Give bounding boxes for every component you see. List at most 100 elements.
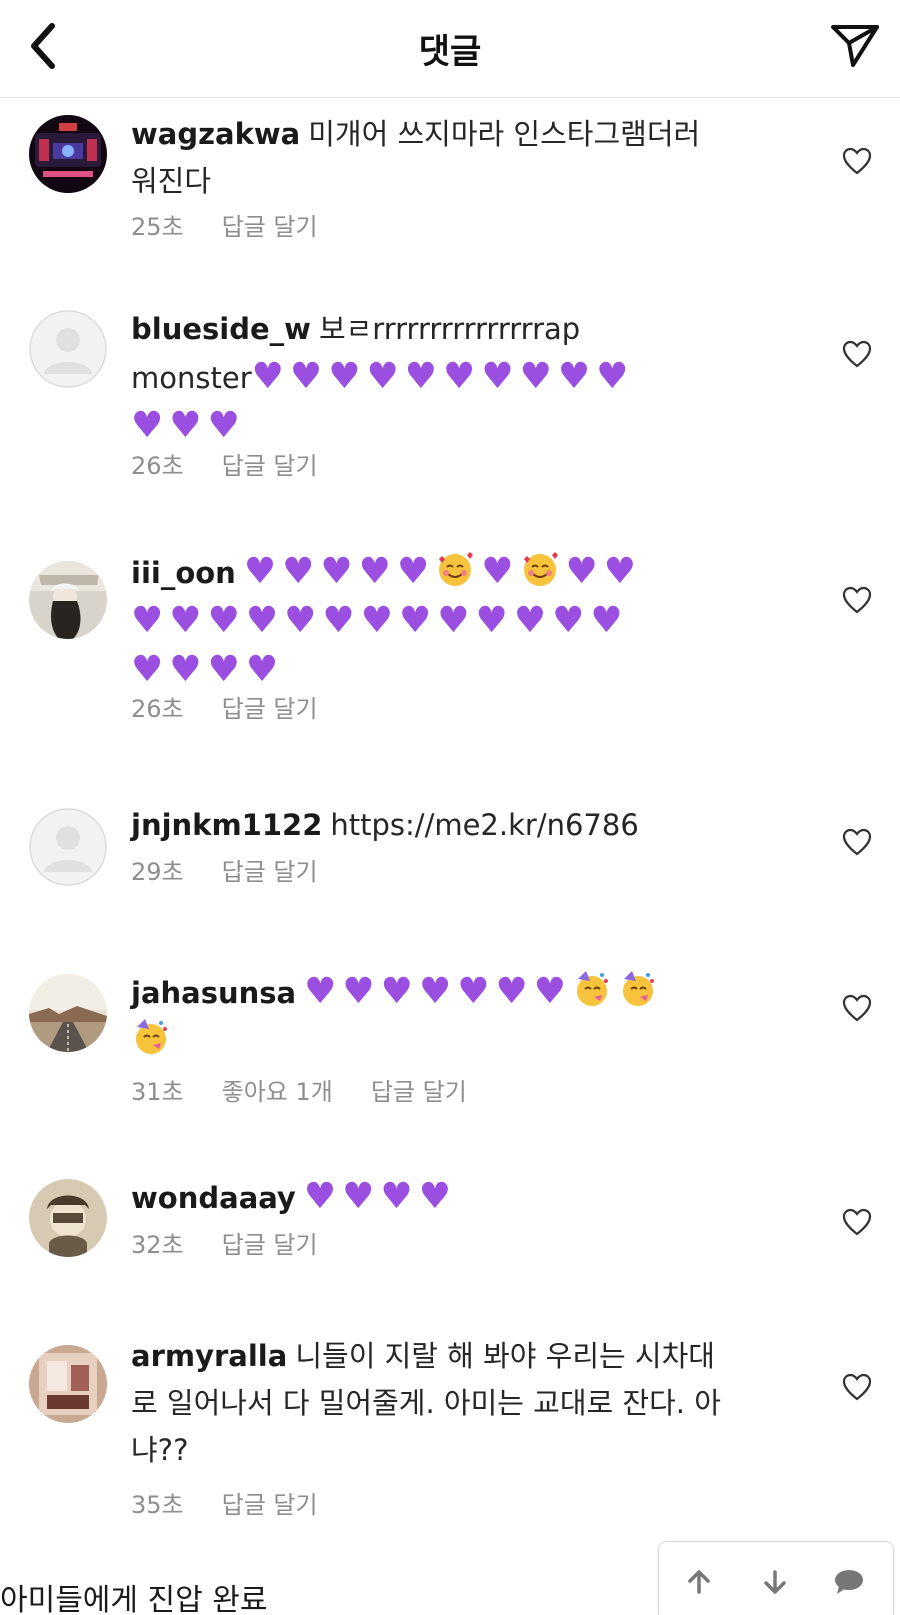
comment-body: jahasunsa ♥ ♥ ♥ ♥ ♥ ♥ ♥ bbox=[131, 968, 791, 1065]
comment-text: 로 일어나서 다 밀어줄게. 아미는 교대로 잔다. 아 bbox=[131, 1386, 721, 1420]
purple-heart-icon: ♥ bbox=[169, 649, 202, 690]
purple-heart-icon: ♥ bbox=[322, 600, 355, 641]
purple-heart-icon: ♥ bbox=[557, 356, 591, 397]
comment-username[interactable]: wondaaay bbox=[131, 1181, 296, 1215]
purple-heart-icon: ♥ bbox=[495, 971, 528, 1012]
purple-heart-icon: ♥ bbox=[457, 971, 490, 1012]
comment-meta: 26초 답글 달기 bbox=[131, 446, 356, 481]
comments-button[interactable] bbox=[831, 1564, 867, 1600]
heart-outline-icon bbox=[842, 994, 872, 1022]
purple-heart-icon: ♥ bbox=[207, 600, 240, 641]
comment-meta: 31초 좋아요 1개 답글 달기 bbox=[131, 1072, 505, 1107]
comment-body: wagzakwa 미개어 쓰지마라 인스타그램더러 워진다 bbox=[131, 111, 791, 205]
purple-heart-icon: ♥ bbox=[418, 1176, 451, 1217]
purple-heart-icon: ♥ bbox=[519, 356, 552, 397]
purple-heart-icon: ♥ bbox=[342, 1176, 375, 1217]
comment-username[interactable]: armyralla bbox=[131, 1339, 287, 1373]
smiling-face-with-hearts-icon bbox=[439, 552, 474, 586]
purple-heart-icon: ♥ bbox=[289, 356, 323, 397]
avatar[interactable] bbox=[29, 115, 107, 193]
comment-link[interactable]: https://me2.kr/n6786 bbox=[330, 808, 638, 842]
comment-time: 25초 bbox=[131, 213, 184, 241]
heart-outline-icon bbox=[842, 828, 872, 856]
scroll-down-button[interactable] bbox=[757, 1564, 793, 1600]
like-button[interactable] bbox=[840, 826, 874, 858]
purple-heart-icon: ♥ bbox=[481, 356, 514, 397]
comment-text: 보ㄹrrrrrrrrrrrrrrrap bbox=[318, 312, 581, 346]
avatar[interactable] bbox=[29, 561, 107, 639]
purple-heart-icon: ♥ bbox=[169, 600, 202, 641]
purple-heart-icon: ♥ bbox=[207, 649, 240, 690]
comment-username[interactable]: iii_oon bbox=[131, 556, 236, 590]
reply-button[interactable]: 답글 달기 bbox=[222, 858, 318, 886]
comment-time: 26초 bbox=[131, 695, 184, 723]
like-button[interactable] bbox=[840, 338, 874, 370]
reply-button[interactable]: 답글 달기 bbox=[222, 452, 318, 480]
reply-button[interactable]: 답글 달기 bbox=[222, 213, 318, 241]
comment-text: 니들이 지랄 해 봐야 우리는 시차대 bbox=[295, 1339, 715, 1373]
send-icon bbox=[831, 25, 879, 67]
comment-time: 29초 bbox=[131, 858, 184, 886]
arrow-up-icon bbox=[688, 1570, 710, 1594]
purple-heart-icon: ♥ bbox=[590, 600, 623, 641]
likes-count[interactable]: 좋아요 1개 bbox=[222, 1078, 333, 1106]
chat-bubble-icon bbox=[835, 1570, 863, 1594]
purple-heart-icon: ♥ bbox=[437, 600, 470, 641]
purple-heart-icon: ♥ bbox=[552, 600, 585, 641]
partying-face-icon bbox=[136, 1019, 167, 1054]
purple-heart-icon: ♥ bbox=[513, 600, 547, 641]
comment-username[interactable]: wagzakwa bbox=[131, 117, 300, 151]
send-button[interactable] bbox=[828, 18, 882, 72]
like-button[interactable] bbox=[840, 1371, 874, 1403]
purple-heart-icon: ♥ bbox=[207, 405, 240, 446]
heart-outline-icon bbox=[842, 586, 872, 614]
reply-button[interactable]: 답글 달기 bbox=[222, 1231, 318, 1259]
partying-face-icon bbox=[623, 971, 655, 1006]
like-button[interactable] bbox=[840, 1206, 874, 1238]
purple-heart-icon: ♥ bbox=[360, 600, 393, 641]
scroll-up-button[interactable] bbox=[681, 1564, 717, 1600]
comment-time: 31초 bbox=[131, 1078, 184, 1106]
avatar[interactable] bbox=[29, 808, 107, 886]
purple-heart-icon: ♥ bbox=[565, 551, 598, 592]
purple-heart-icon: ♥ bbox=[418, 971, 452, 1012]
purple-heart-icon: ♥ bbox=[380, 971, 413, 1012]
purple-heart-icon: ♥ bbox=[396, 551, 430, 592]
reply-button[interactable]: 답글 달기 bbox=[222, 1491, 318, 1519]
purple-heart-icon: ♥ bbox=[131, 405, 164, 446]
purple-heart-icon: ♥ bbox=[366, 356, 399, 397]
purple-heart-icon: ♥ bbox=[398, 600, 432, 641]
purple-heart-icon: ♥ bbox=[342, 971, 375, 1012]
like-button[interactable] bbox=[840, 584, 874, 616]
purple-heart-icon: ♥ bbox=[358, 551, 391, 592]
avatar[interactable] bbox=[29, 1179, 107, 1257]
comment-body: jnjnkm1122 https://me2.kr/n6786 bbox=[131, 802, 791, 849]
purple-heart-icon: ♥ bbox=[169, 405, 202, 446]
comment-body: wondaaay ♥ ♥ ♥ ♥ bbox=[131, 1173, 791, 1222]
comment-meta: 29초 답글 달기 bbox=[131, 852, 356, 887]
reply-button[interactable]: 답글 달기 bbox=[371, 1078, 467, 1106]
reply-button[interactable]: 답글 달기 bbox=[222, 695, 318, 723]
comment-meta: 25초 답글 달기 bbox=[131, 207, 356, 242]
like-button[interactable] bbox=[840, 992, 874, 1024]
avatar[interactable] bbox=[29, 1345, 107, 1423]
like-button[interactable] bbox=[840, 145, 874, 177]
comment-username[interactable]: jahasunsa bbox=[131, 976, 296, 1010]
comment-username[interactable]: jnjnkm1122 bbox=[131, 808, 322, 842]
arrow-down-icon bbox=[764, 1570, 786, 1594]
purple-heart-icon: ♥ bbox=[320, 551, 353, 592]
comment-time: 32초 bbox=[131, 1231, 184, 1259]
purple-heart-icon: ♥ bbox=[243, 551, 277, 592]
comment-meta: 26초 답글 달기 bbox=[131, 689, 356, 724]
comment-username[interactable]: blueside_w bbox=[131, 312, 311, 346]
purple-heart-icon: ♥ bbox=[380, 1176, 413, 1217]
smiling-face-with-hearts-icon bbox=[523, 552, 558, 586]
purple-heart-icon: ♥ bbox=[443, 356, 476, 397]
comment-text: 미개어 쓰지마라 인스타그램더러 bbox=[308, 117, 701, 151]
purple-heart-icon: ♥ bbox=[404, 356, 438, 397]
avatar[interactable] bbox=[29, 974, 107, 1052]
purple-heart-icon: ♥ bbox=[481, 551, 514, 592]
partying-face-icon bbox=[577, 971, 609, 1006]
avatar[interactable] bbox=[29, 310, 107, 388]
purple-heart-icon: ♥ bbox=[131, 600, 164, 641]
